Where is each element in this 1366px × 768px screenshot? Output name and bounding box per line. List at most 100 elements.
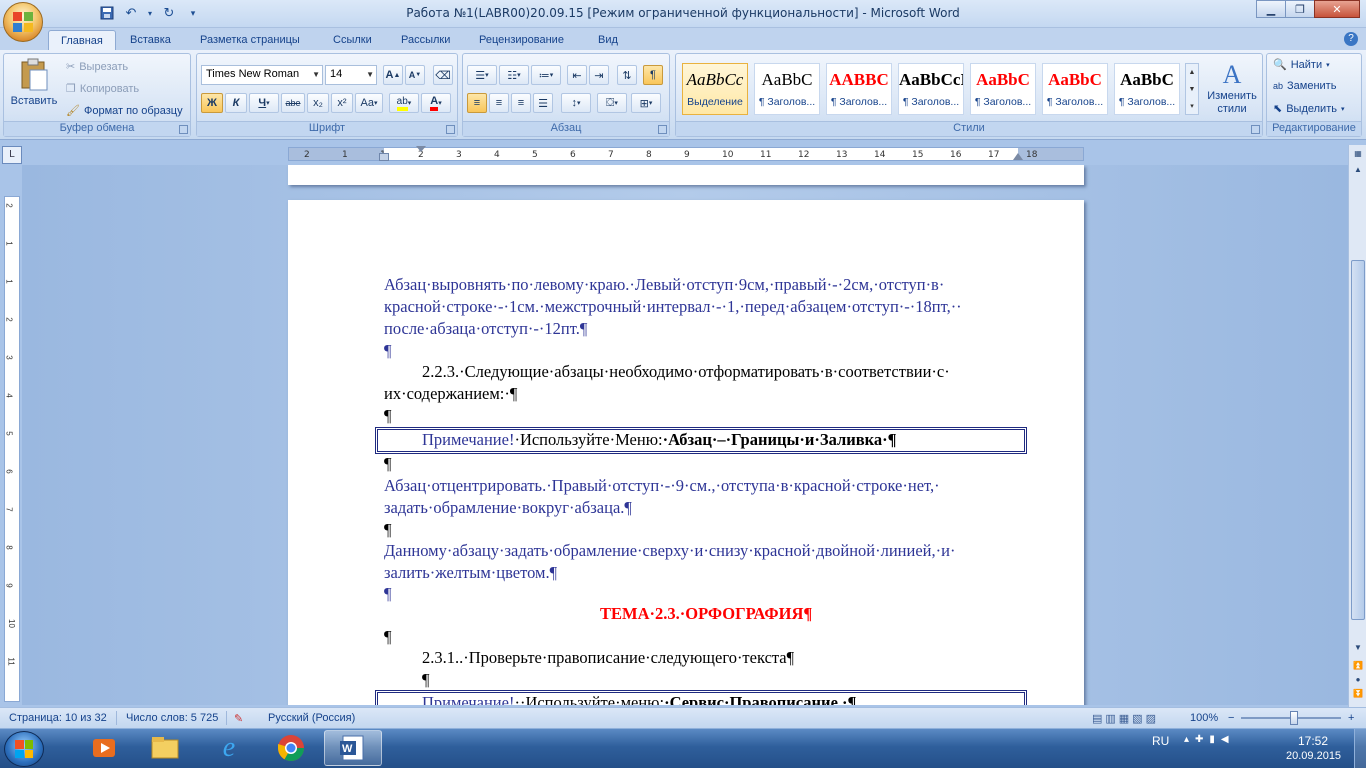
view-buttons[interactable]: ▤▥▦▧▨ bbox=[1092, 712, 1159, 725]
find-button[interactable]: 🔍 Найти ▾ bbox=[1273, 58, 1330, 72]
note-2-label: Примечание! bbox=[422, 693, 515, 705]
align-right-button[interactable]: ≡ bbox=[511, 93, 531, 113]
page-count[interactable]: Страница: 10 из 32 bbox=[9, 712, 107, 724]
font-name-combo[interactable]: Times New Roman ▼ bbox=[201, 65, 323, 85]
italic-button[interactable]: К bbox=[225, 93, 247, 113]
font-size-combo[interactable]: 14 ▼ bbox=[325, 65, 377, 85]
style-tile[interactable]: AaBbCcI ¶ Заголов... bbox=[898, 63, 964, 115]
clipboard-launcher-icon[interactable] bbox=[179, 125, 188, 134]
strikethrough-button[interactable]: abe bbox=[281, 93, 305, 113]
justify-button[interactable]: ☰ bbox=[533, 93, 553, 113]
subscript-button[interactable]: x₂ bbox=[307, 93, 329, 113]
language[interactable]: Русский (Россия) bbox=[268, 712, 355, 724]
chrome-icon[interactable] bbox=[262, 730, 320, 766]
clock-date[interactable]: 20.09.2015 bbox=[1286, 750, 1341, 762]
style-tile[interactable]: AaBbCc Выделение bbox=[682, 63, 748, 115]
style-tile[interactable]: AaBbC ¶ Заголов... bbox=[754, 63, 820, 115]
borders-button[interactable]: ⊞ ▾ bbox=[631, 93, 661, 113]
office-button[interactable] bbox=[3, 2, 43, 42]
cut-button[interactable]: ✂ Вырезать bbox=[66, 60, 128, 74]
tab-selector-button[interactable]: L bbox=[2, 146, 22, 164]
select-browse-object-icon[interactable]: ● bbox=[1351, 673, 1365, 687]
right-indent-marker[interactable] bbox=[1013, 153, 1023, 160]
tray-language[interactable]: RU bbox=[1152, 734, 1169, 748]
style-tile[interactable]: AaBbC ¶ Заголов... bbox=[970, 63, 1036, 115]
restore-button[interactable]: ❐ bbox=[1285, 0, 1315, 18]
italic-label: К bbox=[232, 97, 240, 109]
gallery-scroll[interactable]: ▲ ▼ ▾ bbox=[1185, 63, 1199, 115]
zoom-in-icon[interactable]: + bbox=[1348, 712, 1354, 724]
previous-page-icon[interactable]: ⏫ bbox=[1351, 659, 1365, 673]
replace-button[interactable]: ab Заменить bbox=[1273, 80, 1336, 92]
word-count[interactable]: Число слов: 5 725 bbox=[126, 712, 218, 724]
numbering-button[interactable]: ☷ ▾ bbox=[499, 65, 529, 85]
format-painter-button[interactable]: 🖌 Формат по образцу bbox=[66, 104, 183, 118]
tab-mailings[interactable]: Рассылки bbox=[389, 30, 462, 50]
tab-review[interactable]: Рецензирование bbox=[467, 30, 576, 50]
multilevel-list-button[interactable]: ≔ ▾ bbox=[531, 65, 561, 85]
tab-insert[interactable]: Вставка bbox=[118, 30, 183, 50]
style-tile[interactable]: AaBbC ¶ Заголов... bbox=[1114, 63, 1180, 115]
vertical-scrollbar[interactable]: ▦ ▲ ▼ ⏫ ● ⏬ bbox=[1348, 145, 1366, 707]
close-button[interactable]: ✕ bbox=[1314, 0, 1360, 18]
zoom-out-icon[interactable]: − bbox=[1228, 712, 1234, 724]
font-launcher-icon[interactable] bbox=[446, 125, 455, 134]
zoom-slider-thumb[interactable] bbox=[1290, 711, 1298, 725]
ruler-toggle-icon[interactable]: ▦ bbox=[1351, 147, 1365, 161]
show-desktop-button[interactable] bbox=[1354, 729, 1366, 768]
highlight-button[interactable]: ab ▾ bbox=[389, 93, 419, 113]
grow-font-button[interactable]: A ▲ bbox=[383, 65, 403, 85]
clear-format-button[interactable]: ⌫ bbox=[433, 65, 453, 85]
word-taskbar-icon[interactable]: W bbox=[324, 730, 382, 766]
clock-time[interactable]: 17:52 bbox=[1298, 734, 1328, 748]
help-icon[interactable]: ? bbox=[1344, 32, 1358, 46]
scroll-down-icon[interactable]: ▼ bbox=[1351, 641, 1365, 655]
align-center-button[interactable]: ≡ bbox=[489, 93, 509, 113]
copy-button[interactable]: ❐ Копировать bbox=[66, 82, 139, 96]
horizontal-ruler[interactable]: 21123456789101112131415161718 bbox=[288, 146, 1084, 161]
find-label: Найти bbox=[1290, 58, 1323, 71]
vertical-ruler[interactable]: 2 1 1 2 3 4 5 6 7 8 9 10 11 bbox=[4, 196, 20, 702]
paste-button[interactable]: Вставить bbox=[8, 56, 60, 118]
group-font: Times New Roman ▼ 14 ▼ A ▲ A ▼ ⌫ Ж К Ч ▾ abe … bbox=[196, 53, 458, 137]
superscript-button[interactable]: x² bbox=[331, 93, 353, 113]
first-line-indent-marker[interactable] bbox=[416, 146, 426, 152]
style-tile[interactable]: AABBC ¶ Заголов... bbox=[826, 63, 892, 115]
tab-page-layout[interactable]: Разметка страницы bbox=[188, 30, 312, 50]
next-page-icon[interactable]: ⏬ bbox=[1351, 687, 1365, 701]
scroll-thumb[interactable] bbox=[1351, 260, 1365, 620]
tab-references[interactable]: Ссылки bbox=[321, 30, 384, 50]
zoom-level[interactable]: 100% bbox=[1190, 712, 1218, 724]
bullets-button[interactable]: ☰ ▾ bbox=[467, 65, 497, 85]
shading-button[interactable]: ⛋ ▾ bbox=[597, 93, 627, 113]
increase-indent-button[interactable]: ⇥ bbox=[589, 65, 609, 85]
line-spacing-button[interactable]: ↕ ▾ bbox=[561, 93, 591, 113]
font-color-button[interactable]: A ▾ bbox=[421, 93, 451, 113]
styles-launcher-icon[interactable] bbox=[1251, 125, 1260, 134]
document-page[interactable]: Абзац·выровнять·по·левому·краю.·Левый·от… bbox=[288, 200, 1084, 705]
internet-explorer-icon[interactable]: e bbox=[200, 730, 258, 766]
proofing-icon[interactable]: ✎ bbox=[234, 712, 243, 725]
left-indent-marker[interactable] bbox=[379, 153, 389, 161]
scroll-up-icon[interactable]: ▲ bbox=[1351, 163, 1365, 177]
show-marks-button[interactable]: ¶ bbox=[643, 65, 663, 85]
shrink-font-button[interactable]: A ▼ bbox=[405, 65, 425, 85]
style-tile[interactable]: AaBbC ¶ Заголов... bbox=[1042, 63, 1108, 115]
select-button[interactable]: ⬉ Выделить ▾ bbox=[1273, 102, 1344, 116]
sort-button[interactable]: ⇅ bbox=[617, 65, 637, 85]
align-left-button[interactable]: ≡ bbox=[467, 93, 487, 113]
start-button[interactable] bbox=[4, 731, 44, 767]
explorer-icon[interactable] bbox=[136, 730, 194, 766]
document-area[interactable]: Абзац·выровнять·по·левому·краю.·Левый·от… bbox=[22, 165, 1348, 705]
tab-view[interactable]: Вид bbox=[586, 30, 630, 50]
tray-icons[interactable]: ▴✚▮◀ bbox=[1184, 734, 1235, 745]
underline-button[interactable]: Ч ▾ bbox=[249, 93, 279, 113]
bold-button[interactable]: Ж bbox=[201, 93, 223, 113]
change-styles-button[interactable]: A Изменить стили bbox=[1202, 60, 1262, 120]
paragraph-launcher-icon[interactable] bbox=[658, 125, 667, 134]
tab-home[interactable]: Главная bbox=[48, 30, 116, 50]
change-case-button[interactable]: Aa ▾ bbox=[355, 93, 383, 113]
minimize-button[interactable]: ▁ bbox=[1256, 0, 1286, 18]
media-player-icon[interactable] bbox=[75, 730, 133, 766]
decrease-indent-button[interactable]: ⇤ bbox=[567, 65, 587, 85]
